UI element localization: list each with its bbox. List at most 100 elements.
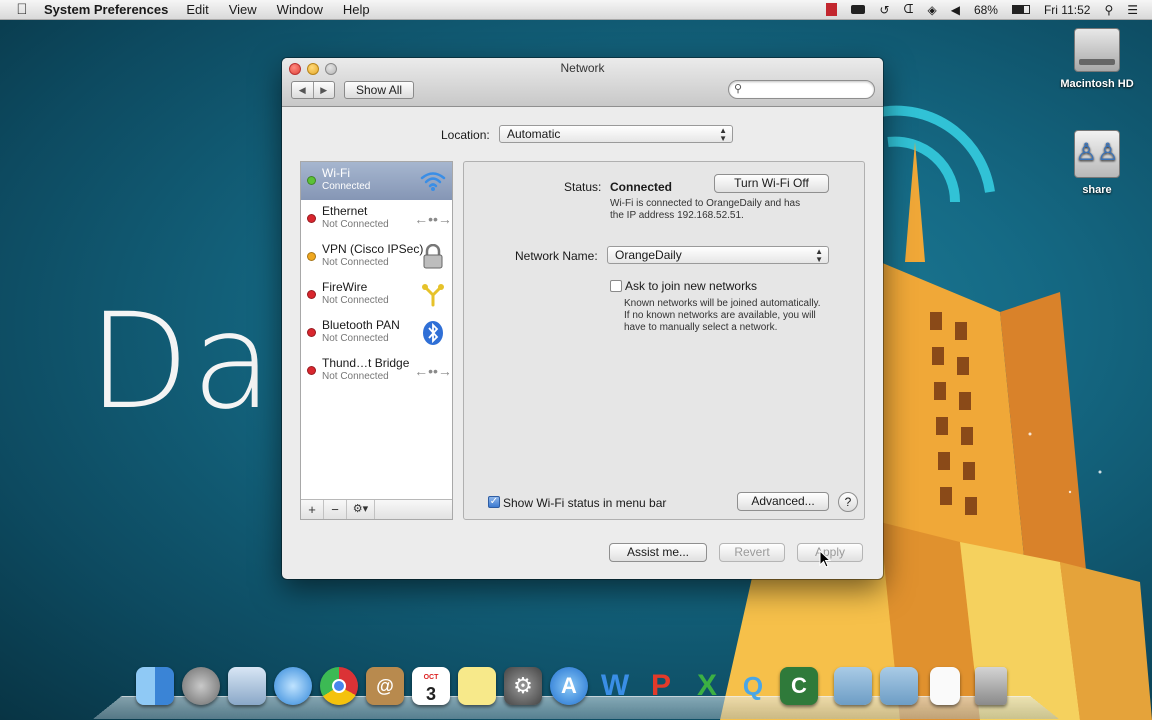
show-wifi-status-label[interactable]: Show Wi-Fi status in menu bar [503,496,666,510]
ask-join-checkbox[interactable] [610,280,622,292]
menu-window[interactable]: Window [277,2,323,17]
network-name-value: OrangeDaily [615,248,682,262]
safari-icon[interactable] [270,663,316,709]
turn-wifi-off-button[interactable]: Turn Wi-Fi Off [714,174,829,193]
app-store-icon[interactable]: A [546,663,592,709]
memory-icon[interactable] [851,5,866,14]
thunderbolt-icon: ←••→ [414,363,452,379]
ask-join-description-1: Known networks will be joined automatica… [624,298,821,309]
menu-view[interactable]: View [229,2,257,17]
search-field[interactable]: ⚲ [728,80,875,99]
hard-drive-icon [1074,28,1120,72]
window-title: Network [560,61,605,75]
chrome-icon[interactable] [316,663,362,709]
messages-icon[interactable]: Q [730,663,776,709]
status-label: Status: [564,180,602,194]
document-icon[interactable] [922,663,968,709]
excel-icon[interactable]: X [684,663,730,709]
menu-bar:  System Preferences Edit View Window He… [0,0,1152,20]
service-detail-panel: Status: Connected Turn Wi-Fi Off Wi-Fi i… [463,161,865,520]
ask-join-label[interactable]: Ask to join new networks [625,279,757,293]
menu-app-name[interactable]: System Preferences [44,2,168,17]
dock-separator [822,663,830,711]
location-value: Automatic [507,127,561,141]
bluetooth-menu-icon[interactable]: ᗭ [904,2,914,17]
help-button[interactable]: ? [838,492,858,512]
bluetooth-icon [420,320,446,346]
wifi-menu-icon[interactable]: ◈ [927,3,936,17]
status-dot [307,366,316,375]
menu-help[interactable]: Help [343,2,370,17]
wifi-icon [420,168,446,194]
notes-icon[interactable] [454,663,500,709]
status-dot [307,214,316,223]
service-item-wifi[interactable]: Wi-Fi Connected [301,162,452,200]
ethernet-icon: ←••→ [414,211,452,227]
camtasia-icon[interactable]: C [776,663,822,709]
launchpad-icon[interactable] [178,663,224,709]
popup-arrows-icon: ▲ ▼ [719,126,727,143]
clock[interactable]: Fri 11:52 [1044,3,1090,17]
location-popup[interactable]: Automatic ▲ ▼ [499,125,733,143]
status-description-2: the IP address 192.168.52.51. [610,210,744,221]
desktop-icon-macintosh-hd[interactable]: Macintosh HD [1052,28,1142,90]
service-item-firewire[interactable]: FireWire Not Connected [301,276,452,314]
remove-service-button[interactable]: − [324,500,347,519]
show-wifi-status-checkbox[interactable]: ✓ [488,496,500,508]
applications-folder-icon[interactable] [830,663,876,709]
network-preferences-window: Network ◀ ▶ Show All ⚲ Location: Automat… [282,58,883,579]
mouse-cursor-icon [819,550,831,568]
status-dot [307,176,316,185]
time-machine-icon[interactable]: ↺ [879,3,889,17]
advanced-button[interactable]: Advanced... [737,492,829,511]
system-preferences-icon[interactable]: ⚙ [500,663,546,709]
mail-icon[interactable] [224,663,270,709]
back-arrow-icon[interactable]: ◀ [292,82,314,98]
battery-icon[interactable] [1011,5,1030,14]
gear-icon[interactable]: ⚙▾ [347,500,375,519]
assist-me-button[interactable]: Assist me... [609,543,707,562]
network-name-label: Network Name: [515,249,598,263]
powerpoint-icon[interactable]: P [638,663,684,709]
firewire-icon [420,282,446,308]
service-item-ethernet[interactable]: Ethernet Not Connected ←••→ [301,200,452,238]
calendar-day: 3 [425,684,436,704]
network-share-icon: ♙♙ [1074,130,1120,178]
desktop-icon-share[interactable]: ♙♙ share [1052,130,1142,196]
finder-icon[interactable] [132,663,178,709]
recording-icon[interactable] [826,3,838,16]
desktop-icon-label: share [1082,184,1112,196]
apple-menu-icon[interactable]:  [0,1,44,18]
forward-arrow-icon[interactable]: ▶ [314,82,335,98]
calendar-icon[interactable]: OCT 3 [408,663,454,709]
services-toolbar: + − ⚙▾ [301,499,452,519]
contacts-icon[interactable]: @ [362,663,408,709]
status-dot [307,290,316,299]
word-icon[interactable]: W [592,663,638,709]
status-description-1: Wi-Fi is connected to OrangeDaily and ha… [610,198,801,209]
location-label: Location: [441,128,490,142]
battery-percent[interactable]: 68% [974,3,998,17]
add-service-button[interactable]: + [301,500,324,519]
status-dot [307,328,316,337]
window-titlebar[interactable]: Network ◀ ▶ Show All ⚲ [282,58,883,107]
menu-extras: ↺ ᗭ ◈ ◀ 68% Fri 11:52 ⚲ ☰ [826,2,1152,17]
desktop-icon-label: Macintosh HD [1060,78,1134,90]
show-all-button[interactable]: Show All [344,81,415,99]
service-item-bluetooth-pan[interactable]: Bluetooth PAN Not Connected [301,314,452,352]
service-item-vpn[interactable]: VPN (Cisco IPSec) Not Connected [301,238,452,276]
revert-button[interactable]: Revert [719,543,785,562]
volume-icon[interactable]: ◀ [951,3,960,17]
menu-edit[interactable]: Edit [186,2,208,17]
documents-folder-icon[interactable] [876,663,922,709]
ask-join-description-3: have to manually select a network. [624,322,778,333]
service-item-thunderbolt-bridge[interactable]: Thund…t Bridge Not Connected ←••→ [301,352,452,390]
lock-icon [420,244,446,270]
wallpaper-logo-text: Dai [88,285,314,439]
ask-join-description-2: If no known networks are available, you … [624,310,816,321]
search-icon: ⚲ [734,83,743,95]
spotlight-icon[interactable]: ⚲ [1104,3,1113,17]
trash-icon[interactable] [968,663,1014,709]
notification-center-icon[interactable]: ☰ [1127,3,1138,17]
network-name-popup[interactable]: OrangeDaily ▲ ▼ [607,246,829,264]
